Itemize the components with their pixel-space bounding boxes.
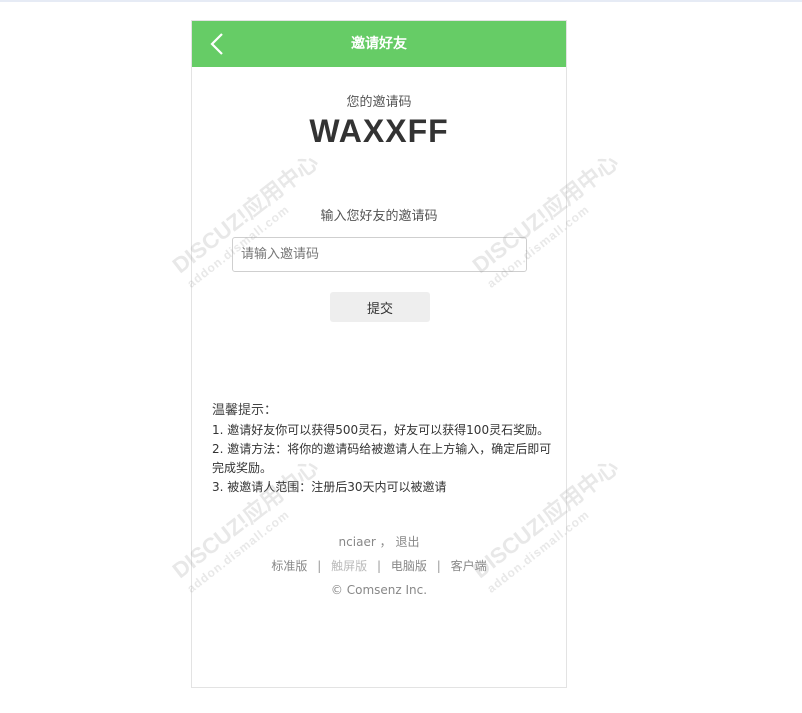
my-invite-code: WAXXFF	[309, 113, 449, 149]
standard-version-link[interactable]: 标准版	[271, 559, 307, 573]
my-invite-label: 您的邀请码	[346, 95, 412, 110]
header-bar: 邀请好友	[192, 21, 566, 67]
footer-separator: |	[317, 559, 322, 573]
footer-separator: |	[376, 559, 382, 573]
tip-item: 1. 邀请好友你可以获得500灵石，好友可以获得100灵石奖励。	[212, 423, 550, 437]
page-title: 邀请好友	[351, 36, 407, 52]
tips-section: 温馨提示： 1. 邀请好友你可以获得500灵石，好友可以获得100灵石奖励。 2…	[212, 401, 552, 497]
tips-title: 温馨提示：	[212, 403, 278, 418]
invite-code-input[interactable]	[232, 237, 527, 272]
footer-user-row: nciaer ， 退出	[192, 530, 566, 554]
copyright: © Comsenz Inc.	[330, 583, 428, 597]
footer-separator: |	[436, 559, 441, 573]
submit-button[interactable]: 提交	[330, 292, 430, 322]
pc-version-link[interactable]: 电脑版	[391, 559, 427, 573]
tip-item: 3. 被邀请人范围：注册后30天内可以被邀请	[212, 480, 447, 494]
comma-separator: ，	[379, 535, 392, 549]
top-border-line	[0, 0, 802, 2]
logout-link[interactable]: 退出	[395, 535, 419, 549]
friend-invite-label: 输入您好友的邀请码	[320, 209, 438, 224]
touch-version-link[interactable]: 触屏版	[331, 559, 367, 573]
mobile-page: 邀请好友 您的邀请码 WAXXFF 输入您好友的邀请码 提交 温馨提示： 1. …	[191, 20, 567, 688]
username-link[interactable]: nciaer	[339, 535, 376, 549]
client-link[interactable]: 客户端	[451, 559, 487, 573]
footer: nciaer ， 退出 标准版 | 触屏版 | 电脑版 | 客户端 © Coms…	[192, 530, 566, 602]
tip-item: 2. 邀请方法：将你的邀请码给被邀请人在上方输入，确定后即可完成奖励。	[212, 442, 552, 475]
footer-version-links: 标准版 | 触屏版 | 电脑版 | 客户端	[192, 554, 566, 578]
